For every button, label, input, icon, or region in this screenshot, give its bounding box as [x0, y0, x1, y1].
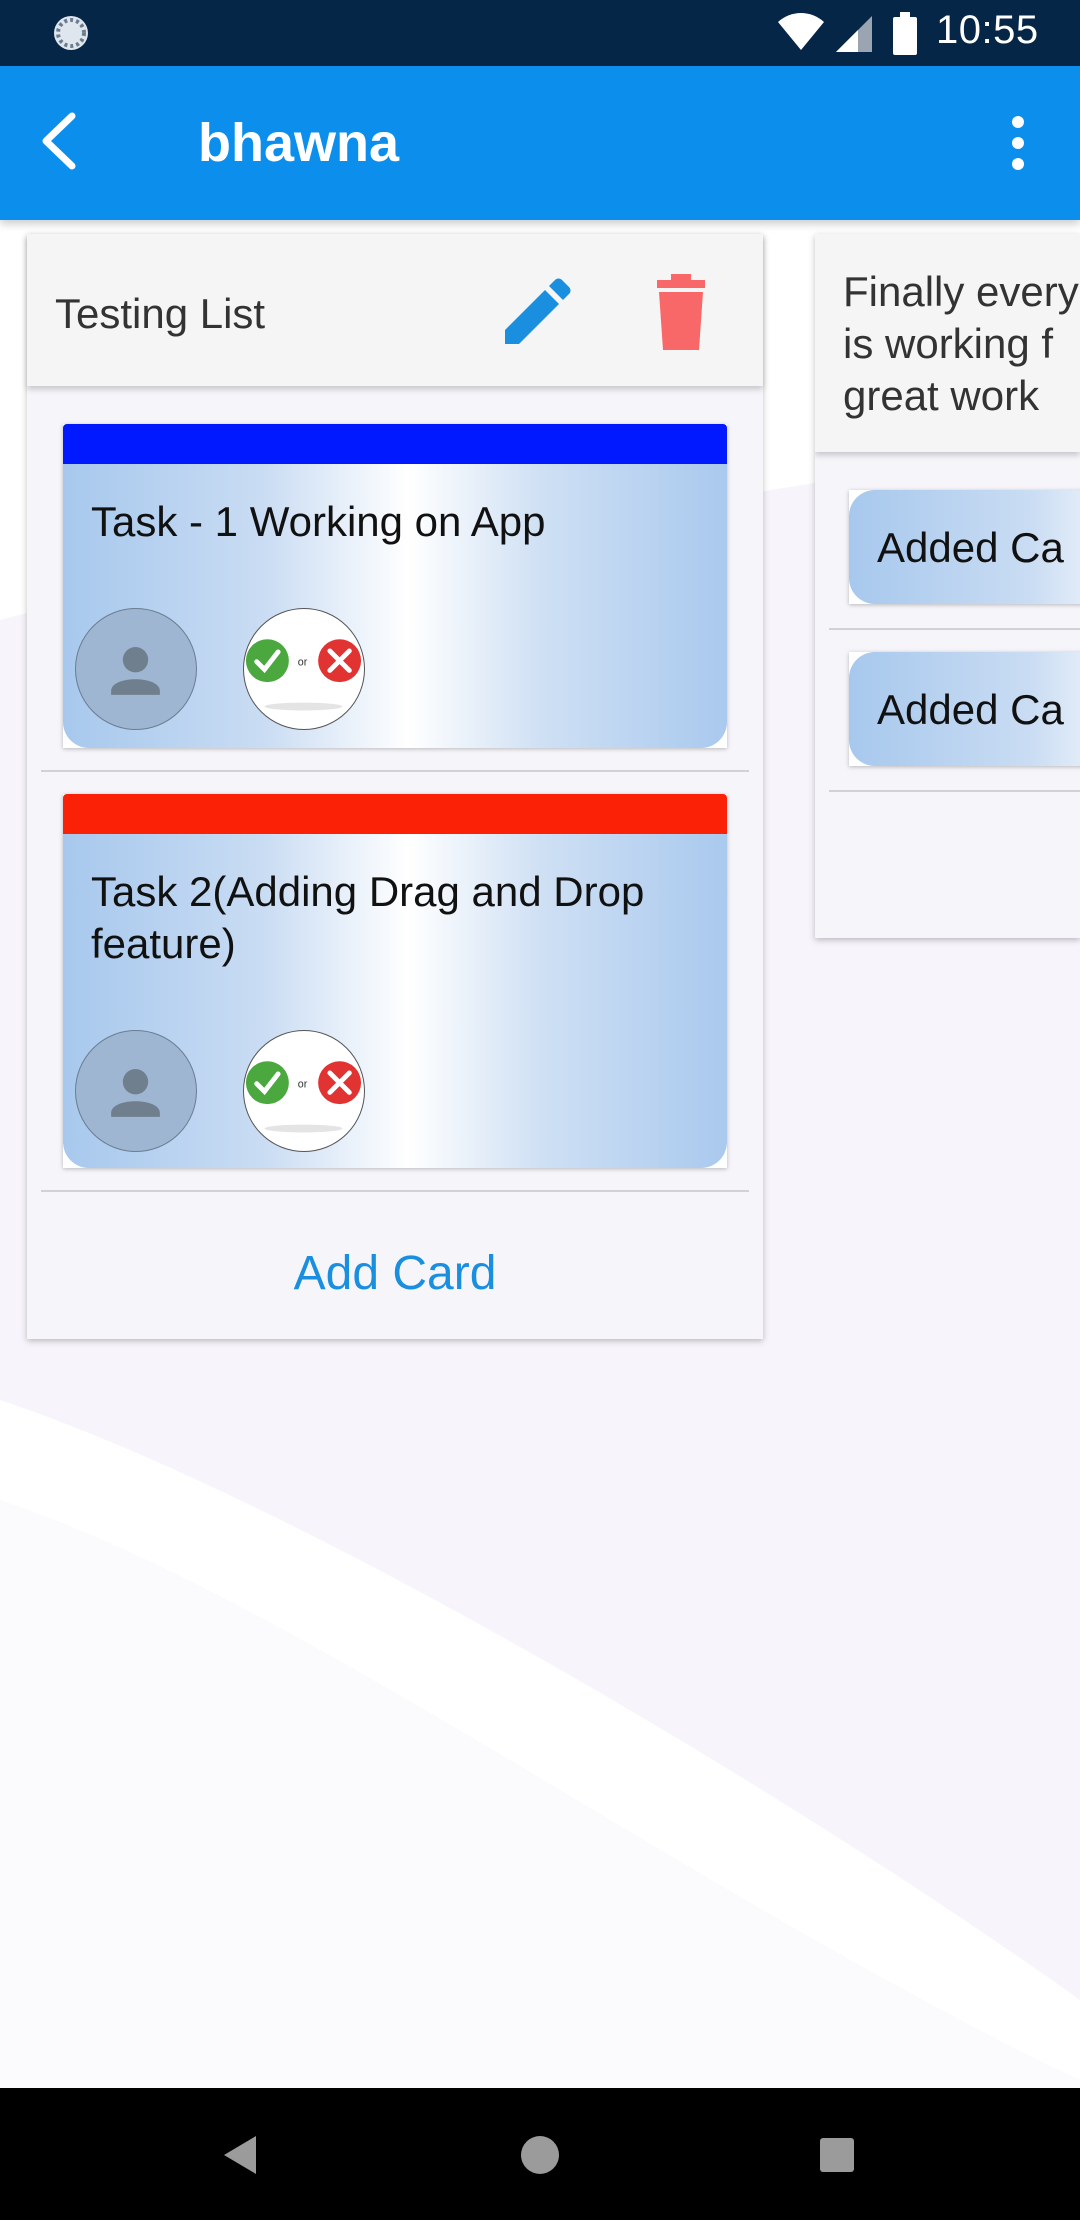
more-vertical-icon[interactable]	[990, 110, 1046, 176]
card-body: Task - 1 Working on App or	[63, 464, 727, 748]
card-divider	[41, 1190, 749, 1192]
back-nav-icon[interactable]	[210, 2122, 276, 2188]
person-icon	[111, 1069, 160, 1117]
signal-icon	[836, 16, 872, 52]
card-body: Task 2(Adding Drag and Drop feature) or	[63, 834, 727, 1168]
edit-icon[interactable]	[495, 274, 575, 354]
add-card-button[interactable]: Add Card	[27, 1208, 763, 1339]
card-title: Added Ca	[877, 524, 1064, 571]
page-title: bhawna	[198, 113, 400, 173]
avatar[interactable]	[75, 1030, 197, 1152]
list-header: Testing List	[27, 234, 763, 386]
card-label-stripe	[63, 794, 727, 834]
list-footer	[815, 806, 1080, 938]
card-body: Added Ca	[849, 490, 1080, 604]
card-title: Task - 1 Working on App	[91, 498, 546, 545]
home-nav-icon[interactable]	[507, 2122, 573, 2188]
approve-reject-badge[interactable]: or	[243, 608, 365, 730]
task-card[interactable]: Task 2(Adding Drag and Drop feature) or	[63, 794, 727, 1168]
list-header: Finally every is working f great work	[815, 234, 1080, 452]
task-card[interactable]: Task - 1 Working on App or	[63, 424, 727, 748]
add-card-area: Add Card	[27, 1208, 763, 1339]
list-title: Testing List	[55, 290, 266, 337]
navigation-bar	[0, 2088, 1080, 2220]
avatar[interactable]	[75, 608, 197, 730]
back-arrow-icon[interactable]	[30, 108, 96, 174]
list-testing: Testing List Task - 1 Working on App or …	[27, 234, 763, 1339]
list-title-line: great work	[843, 372, 1040, 419]
battery-icon	[893, 12, 917, 55]
clock: 10:55	[936, 8, 1039, 52]
card-title: Task 2(Adding Drag and Drop feature)	[91, 868, 645, 967]
task-card[interactable]: Added Ca	[849, 652, 1080, 766]
delete-icon[interactable]	[643, 274, 719, 354]
card-divider	[829, 790, 1080, 792]
approve-reject-icon: or	[245, 639, 362, 711]
person-icon	[111, 647, 160, 695]
card-body: Added Ca	[849, 652, 1080, 766]
card-label-stripe	[63, 424, 727, 464]
task-card[interactable]: Added Ca	[849, 490, 1080, 604]
card-divider	[41, 770, 749, 772]
app-bar: bhawna	[0, 66, 1080, 220]
card-title: Added Ca	[877, 686, 1064, 733]
list-title-line: is working f	[843, 320, 1054, 367]
approve-reject-icon: or	[245, 1061, 362, 1133]
list-title: Finally every is working f great work	[843, 266, 1080, 422]
list-second: Finally every is working f great work Ad…	[815, 234, 1080, 938]
card-divider	[829, 628, 1080, 630]
status-bar: 10:55	[0, 0, 1080, 66]
svg-text:or: or	[298, 1079, 308, 1091]
recents-nav-icon[interactable]	[804, 2122, 870, 2188]
svg-text:or: or	[298, 657, 308, 669]
list-title-line: Finally every	[843, 268, 1079, 315]
wifi-icon	[778, 13, 824, 50]
sync-icon	[54, 16, 88, 50]
approve-reject-badge[interactable]: or	[243, 1030, 365, 1152]
